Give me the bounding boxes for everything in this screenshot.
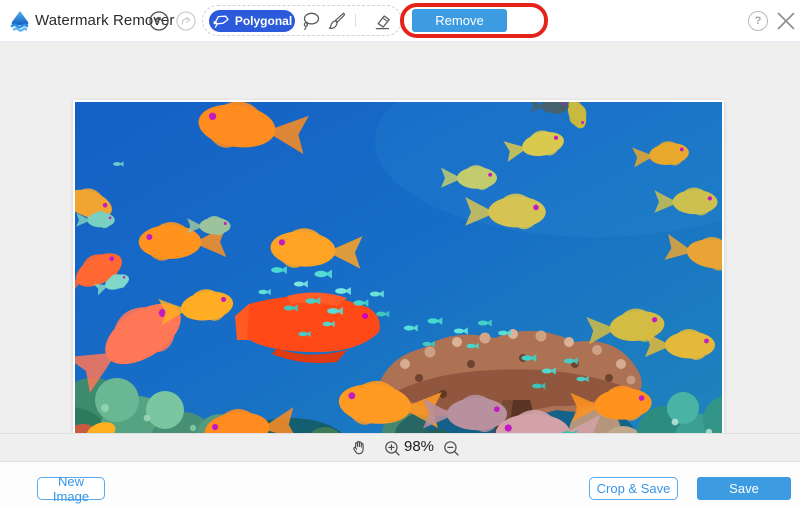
reef-photo [75,102,722,459]
remove-button[interactable]: Remove [412,9,507,32]
zoom-out-icon[interactable] [443,440,463,460]
polygonal-lasso-icon [212,14,230,28]
polygonal-tool-label: Polygonal [235,14,292,28]
photo-canvas[interactable] [73,100,724,461]
help-icon[interactable]: ? [748,11,768,31]
zoom-level: 98% [404,438,434,455]
statusbar: 98% [0,434,800,461]
crop-and-save-button[interactable]: Crop & Save [589,477,678,500]
workspace [0,42,800,433]
eraser-tool-button[interactable] [370,9,394,33]
toolbar-separator [355,14,356,27]
polygonal-tool-button[interactable]: Polygonal [209,10,295,32]
redo-button[interactable] [176,11,196,31]
toolbar: Watermark Remover Polygonal [0,0,800,42]
app-logo-icon [8,9,32,33]
lasso-tool-button[interactable] [300,10,320,30]
hand-pan-icon[interactable] [349,439,369,459]
zoom-in-icon[interactable] [384,440,404,460]
footer-bar [0,462,800,508]
undo-button[interactable] [149,11,169,31]
new-image-button[interactable]: New Image [37,477,105,500]
close-icon[interactable] [774,9,798,33]
save-button[interactable]: Save [697,477,791,500]
brush-tool-button[interactable] [326,10,346,30]
